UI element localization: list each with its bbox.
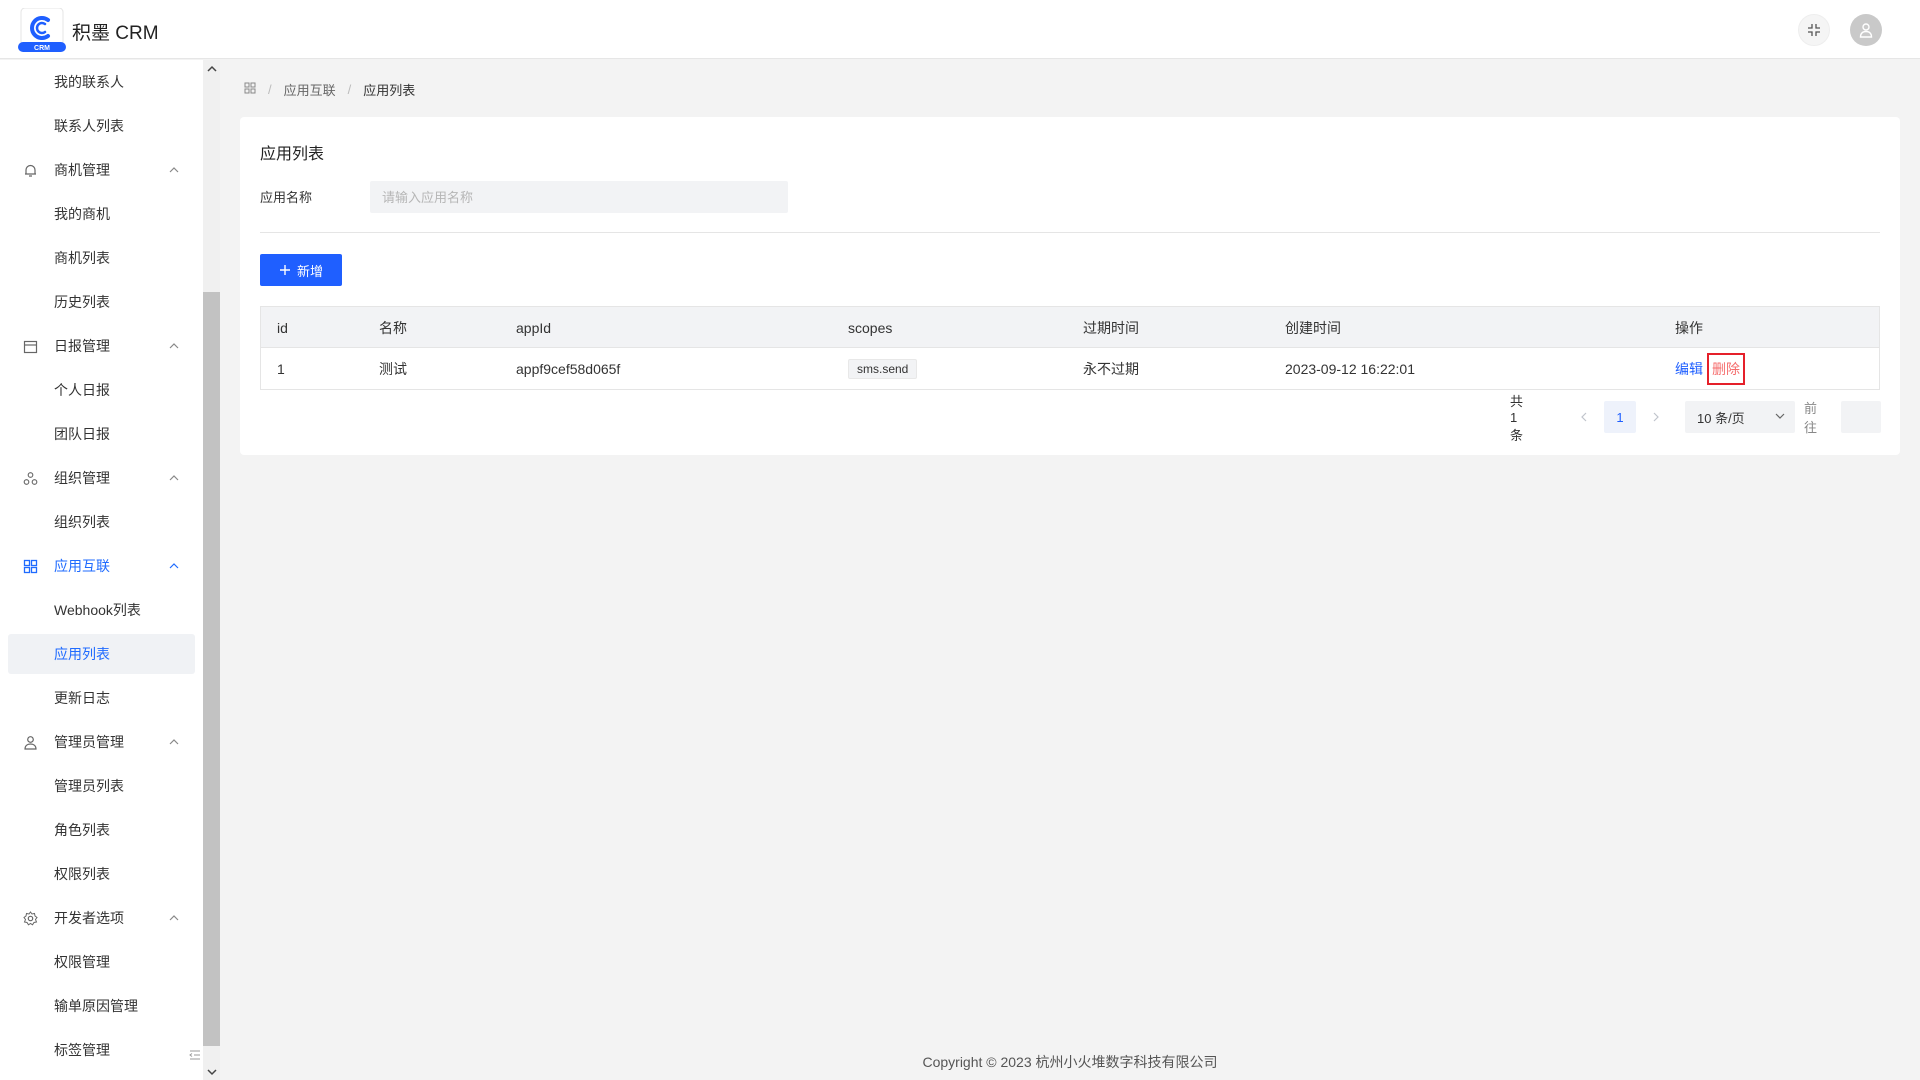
- top-header: CRM 积墨 CRM: [0, 0, 1920, 59]
- chevron-down-icon: [1775, 413, 1785, 419]
- sidebar-item-my-opportunities[interactable]: 我的商机: [0, 192, 203, 236]
- breadcrumb-separator: /: [268, 81, 272, 97]
- page-size-select[interactable]: 10 条/页: [1685, 401, 1795, 433]
- sidebar-item-webhook-list[interactable]: Webhook列表: [0, 588, 203, 632]
- exit-fullscreen-icon: [1808, 24, 1820, 36]
- sidebar-group-admin[interactable]: 管理员管理: [0, 720, 203, 764]
- chevron-up-icon: [206, 65, 217, 72]
- column-header-actions: 操作: [1675, 319, 1703, 336]
- cell-appid: appf9cef58d065f: [516, 360, 621, 377]
- page-number-button[interactable]: 1: [1604, 401, 1636, 433]
- breadcrumb-separator: /: [347, 81, 352, 97]
- cell-scopes: sms.send: [848, 348, 918, 389]
- sidebar-group-daily-reports[interactable]: 日报管理: [0, 324, 203, 368]
- table-row: 1 测试 appf9cef58d065f sms.send 永不过期 2023-…: [261, 348, 1879, 389]
- sidebar-item-permission-management[interactable]: 权限管理: [0, 940, 203, 984]
- card-title: 应用列表: [260, 146, 325, 163]
- edit-link[interactable]: 编辑: [1675, 359, 1703, 379]
- breadcrumb: / 应用互联 / 应用列表: [244, 79, 415, 99]
- chevron-down-icon: [206, 1068, 217, 1075]
- sidebar-group-opportunities[interactable]: 商机管理: [0, 148, 203, 192]
- table-header: id 名称 appId scopes 过期时间 创建时间 操作: [261, 307, 1879, 348]
- column-header-id: id: [277, 319, 288, 336]
- organization-icon: [22, 470, 38, 486]
- sidebar-item-history-list[interactable]: 历史列表: [0, 280, 203, 324]
- fullscreen-toggle-button[interactable]: [1798, 14, 1830, 46]
- pagination-total: 共 1 条: [1510, 393, 1524, 443]
- sidebar-item-app-list[interactable]: 应用列表: [8, 634, 195, 674]
- user-icon: [1859, 23, 1873, 38]
- sidebar-item-contact-list[interactable]: 联系人列表: [0, 104, 203, 148]
- sidebar-group-developer-options[interactable]: 开发者选项: [0, 896, 203, 940]
- column-header-appid: appId: [516, 319, 552, 336]
- sidebar-item-admin-list[interactable]: 管理员列表: [0, 764, 203, 808]
- sidebar-item-loss-reason-management[interactable]: 输单原因管理: [0, 984, 203, 1028]
- column-header-created: 创建时间: [1285, 319, 1341, 336]
- chevron-left-icon: [1581, 412, 1587, 422]
- chevron-right-icon: [1653, 412, 1659, 422]
- cell-expire: 永不过期: [1083, 360, 1139, 377]
- breadcrumb-item-app-interconnect[interactable]: 应用互联: [284, 80, 336, 99]
- footer-copyright: Copyright © 2023 杭州小火堆数字科技有限公司: [922, 1054, 1218, 1070]
- chevron-up-icon: [169, 475, 179, 481]
- sidebar-item-tag-management[interactable]: 标签管理: [0, 1028, 203, 1072]
- sidebar-collapse-button[interactable]: [186, 1046, 204, 1064]
- sidebar-item-opportunity-list[interactable]: 商机列表: [0, 236, 203, 280]
- next-page-button[interactable]: [1646, 401, 1666, 433]
- goto-page-input[interactable]: [1841, 401, 1881, 433]
- scroll-down-arrow[interactable]: [203, 1063, 220, 1080]
- sidebar-item-team-report[interactable]: 团队日报: [0, 412, 203, 456]
- cell-created: 2023-09-12 16:22:01: [1285, 360, 1415, 377]
- user-icon: [22, 734, 38, 750]
- column-header-scopes: scopes: [848, 319, 893, 336]
- sidebar-group-organization[interactable]: 组织管理: [0, 456, 203, 500]
- column-header-expire: 过期时间: [1083, 319, 1139, 336]
- app-list-card: 应用列表 应用名称 新增 id 名称 appId scopes 过期时间 创建时…: [240, 117, 1900, 455]
- sidebar-item-changelog[interactable]: 更新日志: [0, 676, 203, 720]
- sidebar: 我的联系人 联系人列表 商机管理 我的商机 商机列表 历史列表 日报管理 个人日…: [0, 60, 203, 1080]
- gear-icon: [22, 910, 38, 926]
- chevron-up-icon: [169, 343, 179, 349]
- sidebar-item-organization-list[interactable]: 组织列表: [0, 500, 203, 544]
- calendar-icon: [22, 338, 38, 354]
- svg-text:CRM: CRM: [34, 45, 50, 52]
- menu-fold-icon: [189, 1050, 200, 1060]
- goto-label: 前往: [1804, 401, 1818, 435]
- cell-actions: 编辑 删除: [1675, 348, 1745, 389]
- scope-tag: sms.send: [848, 358, 918, 379]
- chevron-up-icon: [169, 739, 179, 745]
- cell-id: 1: [277, 360, 285, 377]
- grid-icon: [22, 558, 38, 574]
- app-title: 积墨 CRM: [72, 23, 159, 44]
- user-avatar-button[interactable]: [1850, 14, 1882, 46]
- sidebar-item-my-contacts[interactable]: 我的联系人: [0, 60, 203, 104]
- home-grid-icon[interactable]: [244, 82, 256, 97]
- app-name-search-input[interactable]: [370, 181, 788, 213]
- delete-link[interactable]: 删除: [1707, 352, 1745, 385]
- sidebar-scrollbar-thumb[interactable]: [203, 292, 220, 1046]
- sidebar-item-role-list[interactable]: 角色列表: [0, 808, 203, 852]
- column-header-name: 名称: [379, 319, 407, 336]
- add-app-button[interactable]: 新增: [260, 254, 342, 286]
- bell-icon: [22, 162, 38, 178]
- scroll-up-arrow[interactable]: [203, 60, 220, 77]
- chevron-up-icon: [169, 915, 179, 921]
- chevron-up-icon: [169, 167, 179, 173]
- breadcrumb-item-app-list: 应用列表: [363, 82, 416, 98]
- cell-name: 测试: [379, 360, 407, 377]
- sidebar-group-app-interconnect[interactable]: 应用互联: [0, 544, 203, 588]
- app-name-label: 应用名称: [260, 190, 313, 205]
- divider: [260, 232, 1880, 233]
- chevron-up-icon: [169, 563, 179, 569]
- plus-icon: [279, 265, 290, 275]
- sidebar-item-personal-report[interactable]: 个人日报: [0, 368, 203, 412]
- prev-page-button[interactable]: [1574, 401, 1594, 433]
- sidebar-item-permission-list[interactable]: 权限列表: [0, 852, 203, 896]
- crm-logo[interactable]: CRM: [18, 7, 66, 52]
- app-table: id 名称 appId scopes 过期时间 创建时间 操作 1 测试 app…: [260, 306, 1880, 390]
